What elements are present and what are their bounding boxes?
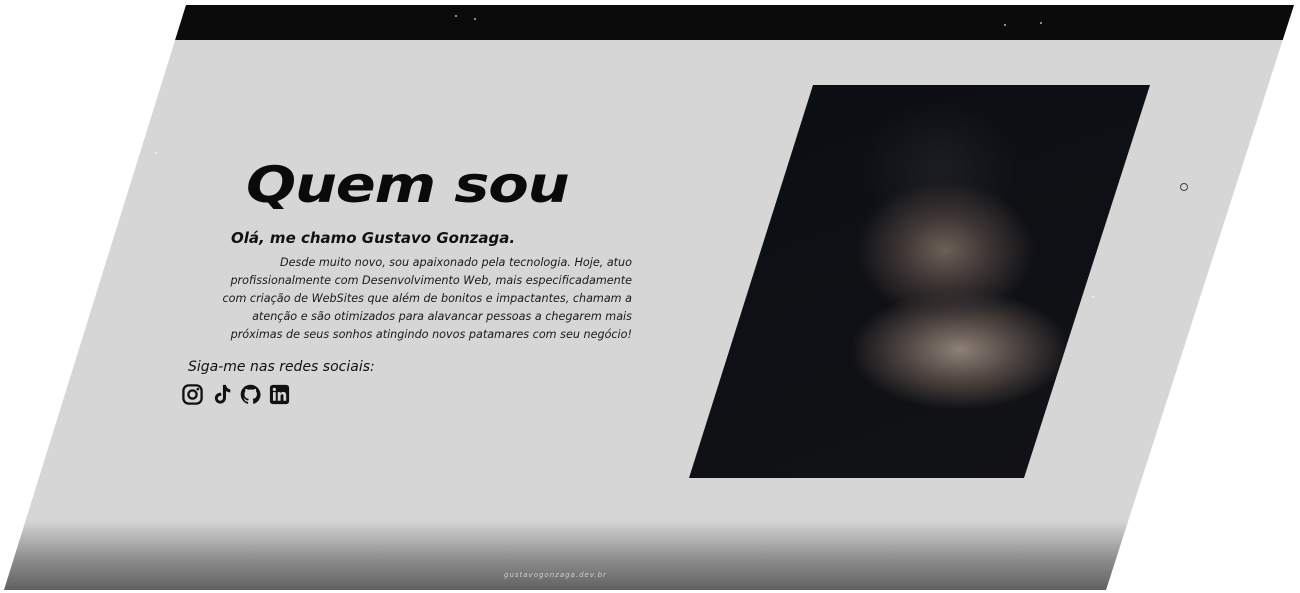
instagram-icon	[181, 383, 203, 405]
bottom-gradient	[4, 520, 1294, 590]
star-decoration	[155, 152, 157, 154]
github-icon	[240, 384, 261, 404]
linkedin-icon	[269, 384, 289, 404]
star-decoration	[1040, 22, 1042, 24]
linkedin-link[interactable]	[267, 382, 291, 406]
star-decoration	[1004, 24, 1006, 26]
bio-line: com criação de WebSites que além de boni…	[222, 292, 632, 305]
footer-domain: gustavogonzaga.dev.br	[504, 571, 607, 579]
greeting-heading: Olá, me chamo Gustavo Gonzaga.	[231, 229, 516, 247]
bio-line: atenção e são otimizados para alavancar …	[252, 310, 632, 323]
social-links	[180, 382, 291, 406]
tiktok-link[interactable]	[209, 382, 233, 406]
carousel-indicator[interactable]	[1180, 183, 1188, 191]
bio-line: Desde muito novo, sou apaixonado pela te…	[280, 256, 632, 269]
star-decoration	[455, 15, 457, 17]
bio-line: profissionalmente com Desenvolvimento We…	[230, 274, 632, 287]
tiktok-icon	[214, 384, 230, 404]
follow-label: Siga-me nas redes sociais:	[188, 359, 375, 375]
top-bar	[4, 5, 1294, 40]
star-decoration	[474, 18, 476, 20]
bio-line: próximas de seus sonhos atingindo novos …	[230, 328, 632, 341]
instagram-link[interactable]	[180, 382, 204, 406]
star-decoration	[1092, 296, 1094, 298]
github-link[interactable]	[238, 382, 262, 406]
page-title: Quem sou	[246, 156, 570, 214]
bio-paragraph: Desde muito novo, sou apaixonado pela te…	[196, 254, 632, 344]
